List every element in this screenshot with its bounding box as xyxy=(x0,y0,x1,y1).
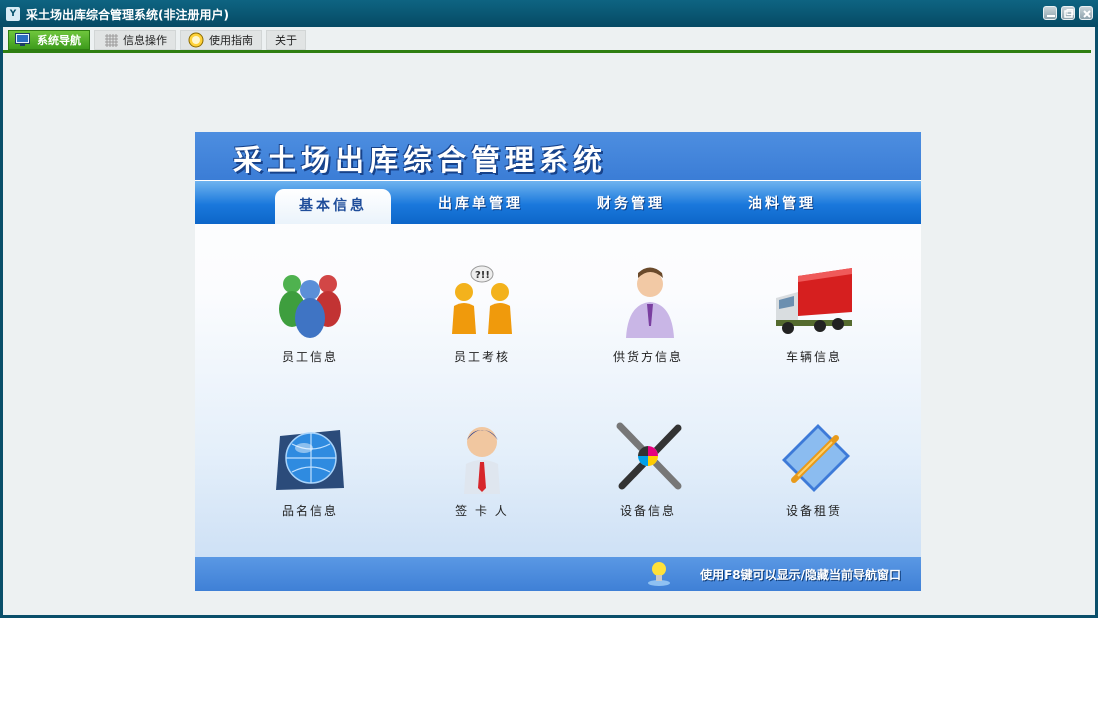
minimize-button[interactable] xyxy=(1043,6,1057,20)
svg-text:?!!: ?!! xyxy=(475,270,490,281)
truck-icon xyxy=(774,264,854,344)
app-icon: Y xyxy=(6,7,20,21)
navigation-panel: 采土场出库综合管理系统 基本信息 出库单管理 财务管理 油料管理 员工信息 ?!… xyxy=(195,132,921,591)
item-label: 设备租赁 xyxy=(785,504,842,518)
item-employee-assessment[interactable]: ?!! 员工考核 xyxy=(407,264,557,365)
item-label: 签 卡 人 xyxy=(455,504,509,518)
lightbulb-icon xyxy=(648,562,670,586)
window-title: 采土场出库综合管理系统(非注册用户) xyxy=(26,8,229,22)
item-product-info[interactable]: 品名信息 xyxy=(235,418,385,519)
tab-system-nav[interactable]: 系统导航 xyxy=(8,30,90,50)
tab-about[interactable]: 关于 xyxy=(266,30,306,50)
item-label: 员工信息 xyxy=(281,350,338,364)
tab-info-ops[interactable]: 信息操作 xyxy=(94,30,176,50)
item-label: 设备信息 xyxy=(619,504,676,518)
client-area: 系统导航 信息操作 使用指南 关于 采土场出库综合管理系统 基本信息 出库单管理… xyxy=(3,27,1095,615)
tools-icon xyxy=(608,418,688,498)
panel-title: 采土场出库综合管理系统 xyxy=(233,143,608,177)
item-equipment-rental[interactable]: 设备租赁 xyxy=(739,418,889,519)
item-label: 品名信息 xyxy=(281,504,338,518)
rental-icon xyxy=(774,418,854,498)
tab-underline xyxy=(3,50,1091,53)
supplier-icon xyxy=(608,264,688,344)
grid-icon xyxy=(105,34,118,47)
help-icon xyxy=(188,32,204,48)
item-equipment-info[interactable]: 设备信息 xyxy=(573,418,723,519)
panel-banner: 采土场出库综合管理系统 xyxy=(195,132,921,180)
tab-label: 使用指南 xyxy=(209,34,253,47)
nav-fuel[interactable]: 油料管理 xyxy=(748,193,816,213)
signer-icon xyxy=(442,418,522,498)
item-employee-info[interactable]: 员工信息 xyxy=(235,264,385,365)
item-vehicle-info[interactable]: 车辆信息 xyxy=(739,264,889,365)
globe-icon xyxy=(270,418,350,498)
assessment-icon: ?!! xyxy=(442,264,522,344)
tab-label: 系统导航 xyxy=(37,34,81,47)
tab-label: 关于 xyxy=(275,34,297,47)
item-signer[interactable]: 签 卡 人 xyxy=(407,418,557,519)
item-label: 员工考核 xyxy=(453,350,510,364)
item-label: 供货方信息 xyxy=(612,350,683,364)
monitor-icon xyxy=(15,33,30,46)
title-bar[interactable]: Y 采土场出库综合管理系统(非注册用户) xyxy=(0,0,1098,27)
nav-finance[interactable]: 财务管理 xyxy=(597,193,665,213)
app-window: Y 采土场出库综合管理系统(非注册用户) 系统导航 信息操作 使用指南 关于 采… xyxy=(0,0,1098,618)
panel-nav: 基本信息 出库单管理 财务管理 油料管理 xyxy=(195,181,921,224)
item-supplier-info[interactable]: 供货方信息 xyxy=(573,264,723,365)
f8-hint: 使用F8键可以显示/隐藏当前导航窗口 xyxy=(700,568,901,582)
tab-label: 信息操作 xyxy=(123,34,167,47)
nav-outbound[interactable]: 出库单管理 xyxy=(438,193,523,213)
tab-bar: 系统导航 信息操作 使用指南 关于 xyxy=(3,27,1095,53)
nav-basic-info[interactable]: 基本信息 xyxy=(275,189,391,224)
restore-button[interactable] xyxy=(1061,6,1075,20)
tab-user-guide[interactable]: 使用指南 xyxy=(180,30,262,50)
panel-footer: 使用F8键可以显示/隐藏当前导航窗口 xyxy=(195,557,921,591)
employees-icon xyxy=(270,264,350,344)
close-button[interactable] xyxy=(1079,6,1093,20)
item-label: 车辆信息 xyxy=(785,350,842,364)
